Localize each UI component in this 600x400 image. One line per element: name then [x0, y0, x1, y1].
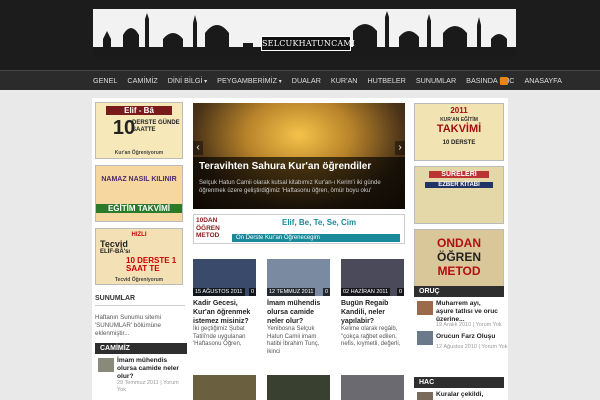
post-date: 15 AĞUSTOS 2011: [193, 288, 245, 296]
comment-count[interactable]: 0: [396, 288, 404, 296]
slider-next-button[interactable]: ›: [395, 141, 405, 155]
left-sidebar: Elif - Bâ 10 DERSTE GÜNDE SAATTE Kur'an …: [95, 102, 185, 338]
post-thumbnail[interactable]: [417, 392, 433, 400]
post-title[interactable]: Kadir Gecesi, Kur'an öğrenmek istemez mi…: [193, 299, 257, 326]
ad-title: NAMAZ NASIL KILINIR: [101, 176, 177, 183]
post-thumbnail[interactable]: [98, 358, 114, 372]
ad-title: SURELERİ: [429, 171, 489, 178]
post-excerpt: Yenibosna Selçuk Hatun Camii imam hatibi…: [267, 326, 320, 355]
post-thumbnail[interactable]: 02 HAZİRAN 2011 0: [341, 259, 404, 296]
list-item[interactable]: Orucun Farz Oluşu 12 Ağustos 2010 | Yoru…: [414, 327, 508, 357]
elif-be-te-banner[interactable]: 10DAN ÖĞREN METOD Elif, Be, Te, Se, Cim …: [193, 214, 405, 244]
post-title[interactable]: Muharrem ayı, aşure tatlısı ve oruc üzer…: [436, 300, 500, 324]
oruc-panel: ORUÇ Muharrem ayı, aşure tatlısı ve oruc…: [414, 286, 508, 357]
ad-title: Tecvid: [100, 239, 128, 249]
banner-left-text: 10DAN ÖĞREN METOD: [196, 217, 220, 239]
sunumlar-text: Haftanın Sunumu sitemi 'SUNUMLAR' bölümü…: [95, 314, 162, 337]
kuran-takvimi-ad[interactable]: 2011 KUR'AN EĞİTİM TAKVİMİ 10 DERSTE: [414, 103, 504, 161]
featured-slider[interactable]: ‹ › Teravihten Sahura Kur'an öğrendiler …: [193, 103, 405, 209]
ad-line2: ÖĞREN: [436, 250, 481, 264]
nav-item[interactable]: DİNİ BİLGİ: [163, 71, 212, 91]
sureler-ad[interactable]: SURELERİ EZBER KİTABI: [414, 166, 504, 224]
header-banner[interactable]: SELCUKHATUNCAMI: [93, 9, 516, 57]
list-item[interactable]: İmam mühendis olursa camide neler olur? …: [95, 354, 187, 393]
post-thumbnail[interactable]: 14 MART 20110: [341, 375, 404, 400]
ad-footer: Kur'an Öğreniyorum: [114, 150, 164, 156]
banner-title: Elif, Be, Te, Se, Cim: [282, 218, 357, 227]
camimiz-heading: CAMİMİZ: [95, 343, 187, 354]
banner-subtitle: On Derste Kur'an Öğrenecegim: [232, 234, 400, 242]
hac-panel: HAC Kuralar çekildi,: [414, 377, 504, 400]
ad-title: TAKVİMİ: [436, 123, 482, 135]
comment-count[interactable]: 0: [322, 288, 330, 296]
post-thumbnail[interactable]: 19 NİSAN 20110: [267, 375, 330, 400]
post-thumbnail[interactable]: 21 MAYIS 20110: [193, 375, 256, 400]
ad-number: 10 DERSTE 1 SAAT TE: [126, 256, 177, 273]
nav-item[interactable]: HUTBELER: [362, 71, 410, 91]
post-thumbnail[interactable]: [417, 331, 433, 345]
nav-item[interactable]: CAMİMİZ: [122, 71, 162, 91]
hac-heading: HAC: [414, 377, 504, 388]
ad-text: DERSTE GÜNDE SAATTE: [132, 120, 180, 133]
ad-line1: ONDAN: [437, 236, 481, 250]
ad-line3: METOD: [437, 264, 481, 278]
sunumlar-heading: SUNUMLAR: [95, 291, 185, 306]
ad-tag: HIZLI: [131, 232, 147, 238]
slide-description: Selçuk Hatun Camii olarak kutsal kitabım…: [199, 180, 381, 194]
post-thumbnail[interactable]: [417, 301, 433, 315]
slide-title[interactable]: Teravihten Sahura Kur'an öğrendiler: [199, 161, 371, 172]
oruc-heading: ORUÇ: [414, 286, 504, 297]
slide-caption: Teravihten Sahura Kur'an öğrendiler Selç…: [193, 157, 405, 209]
site-logo[interactable]: SELCUKHATUNCAMI: [261, 36, 355, 51]
post-title[interactable]: İmam mühendis olursa camide neler olur?: [117, 357, 181, 381]
ad-subtitle: EZBER KİTABI: [425, 182, 493, 188]
post-meta: 29 Temmuz 2011 | Yorum Yok: [117, 380, 179, 393]
camimiz-panel: CAMİMİZ İmam mühendis olursa camide nele…: [95, 343, 187, 400]
nav-items: GENELCAMİMİZDİNİ BİLGİPEYGAMBERİMİZDUALA…: [88, 71, 567, 91]
namaz-ad[interactable]: NAMAZ NASIL KILINIR EĞİTİM TAKVİMİ: [95, 165, 183, 222]
rss-icon[interactable]: [500, 77, 508, 85]
post-thumbnail[interactable]: 15 AĞUSTOS 2011 0: [193, 259, 256, 296]
nav-item[interactable]: SUNUMLAR: [411, 71, 461, 91]
ad-footer: Tecvid Öğreniyorum: [114, 277, 164, 283]
list-item[interactable]: Muharrem ayı, aşure tatlısı ve oruc üzer…: [414, 297, 504, 328]
post-title[interactable]: Orucun Farz Oluşu: [436, 333, 500, 341]
comment-count[interactable]: 0: [248, 288, 256, 296]
nav-item[interactable]: BASINDA SHC: [461, 71, 519, 91]
nav-item[interactable]: KUR'AN: [326, 71, 363, 91]
ad-text: 10 DERSTE: [442, 140, 476, 146]
post-title[interactable]: Kuralar çekildi,: [436, 391, 500, 399]
main-nav: GENELCAMİMİZDİNİ BİLGİPEYGAMBERİMİZDUALA…: [0, 70, 600, 90]
ad-subtitle: ELİF-BÂ'sı: [100, 249, 131, 255]
slider-prev-button[interactable]: ‹: [193, 141, 203, 155]
nav-item[interactable]: ANASAYFA: [520, 71, 567, 91]
post-thumbnail[interactable]: 12 TEMMUZ 2011 0: [267, 259, 330, 296]
ad-title: Elif - Bâ: [106, 106, 172, 115]
ad-year: 2011: [450, 106, 468, 115]
nav-item[interactable]: PEYGAMBERİMİZ: [212, 71, 287, 91]
post-date: 12 TEMMUZ 2011: [267, 288, 316, 296]
ad-subtitle: EĞİTİM TAKVİMİ: [96, 204, 182, 213]
tecvid-ad[interactable]: HIZLI Tecvid ELİF-BÂ'sı 10 DERSTE 1 SAAT…: [95, 228, 183, 285]
post-date: 02 HAZİRAN 2011: [341, 288, 391, 296]
post-meta: 12 Ağustos 2010 | Yorum Yok: [436, 344, 508, 350]
elif-ba-ad[interactable]: Elif - Bâ 10 DERSTE GÜNDE SAATTE Kur'an …: [95, 102, 183, 159]
list-item[interactable]: Kuralar çekildi,: [414, 388, 504, 400]
post-excerpt: Kelime olarak regâib, "çokça rağbet edil…: [341, 326, 401, 347]
nav-item[interactable]: GENEL: [88, 71, 122, 91]
post-excerpt: İki geçtiğimiz Şubat Tatili'nde uygulana…: [193, 326, 246, 347]
site-header: SELCUKHATUNCAMI: [0, 0, 600, 70]
nav-item[interactable]: DUALAR: [287, 71, 326, 91]
post-title[interactable]: İmam mühendis olursa camide neler olur?: [267, 299, 331, 326]
post-title[interactable]: Bugün Regaib Kandili, neler yapılabir?: [341, 299, 405, 326]
ondan-ogren-ad[interactable]: ONDAN ÖĞREN METOD: [414, 229, 504, 287]
